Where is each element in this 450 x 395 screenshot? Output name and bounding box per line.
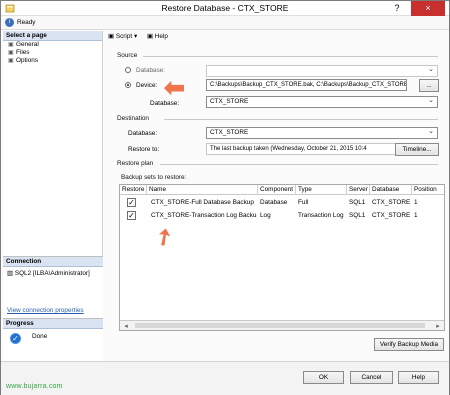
restore-checkbox[interactable]: ✓: [127, 198, 136, 207]
database-source-label: Database:: [136, 67, 166, 74]
restore-plan-section-title: Restore plan: [117, 160, 154, 167]
restore-plan-divider: [160, 164, 438, 165]
page-icon: ▣: [8, 50, 14, 56]
sidebar-item-label: Options: [16, 57, 39, 64]
backup-name-cell: CTX_STORE-Transaction Log Backup: [151, 212, 257, 219]
source-database-select[interactable]: CTX_STORE: [206, 96, 438, 108]
cancel-button[interactable]: Cancel: [350, 371, 393, 384]
dialog-footer: OK Cancel Help: [1, 361, 449, 395]
server-icon: ▥: [7, 270, 15, 277]
restore-database-window: Restore Database - CTX_STORE ? × i Ready…: [0, 0, 450, 395]
help-label: Help: [154, 33, 168, 40]
source-database-label: Database:: [150, 100, 180, 107]
up-right-arrow-annotation: ➚: [149, 221, 179, 253]
sidebar-item-files[interactable]: ▣ Files: [3, 49, 102, 57]
position-cell: 1: [414, 199, 418, 206]
sidebar-item-options[interactable]: ▣ Options: [3, 57, 102, 65]
timeline-button[interactable]: Timeline...: [395, 143, 439, 156]
connection-text: SQL2 [ILBA\Administrator]: [14, 270, 90, 277]
database-cell: CTX_STORE: [372, 212, 411, 219]
type-cell: Full: [298, 199, 309, 206]
database-source-radio[interactable]: [125, 67, 131, 73]
restore-to-label: Restore to:: [128, 146, 160, 153]
server-cell: SQL1: [349, 199, 366, 206]
scroll-right-icon[interactable]: ▸: [433, 322, 443, 330]
close-icon[interactable]: ×: [411, 1, 445, 16]
device-source-label: Device:: [136, 82, 158, 89]
destination-database-label: Database:: [128, 130, 158, 137]
help-icon[interactable]: ?: [385, 1, 409, 16]
ok-button[interactable]: OK: [303, 371, 344, 384]
status-ready-text: Ready: [17, 19, 36, 26]
device-source-radio[interactable]: [125, 82, 131, 88]
view-connection-properties-link[interactable]: View connection properties: [7, 307, 84, 314]
page-icon: ▣: [8, 58, 14, 64]
browse-device-button[interactable]: ...: [419, 79, 439, 92]
backup-sets-table: Restore Name Component Type Server Datab…: [119, 184, 445, 331]
info-icon: i: [5, 18, 14, 27]
destination-divider: [164, 119, 438, 120]
column-header-type[interactable]: Type: [296, 185, 347, 195]
sidebar-item-label: General: [16, 41, 39, 48]
restore-options-content: Source Database: Device: ⬅ C:\Backups\Ba…: [108, 48, 445, 353]
source-section-title: Source: [117, 52, 138, 59]
column-header-restore[interactable]: Restore: [120, 185, 147, 195]
column-header-position[interactable]: Position: [412, 185, 444, 195]
source-divider: [143, 56, 438, 57]
device-path-field[interactable]: C:\Backups\Backup_CTX_STORE.bak, C:\Back…: [206, 79, 407, 91]
column-header-component[interactable]: Component: [258, 185, 296, 195]
progress-done-text: Done: [32, 333, 48, 340]
status-bar: i Ready: [1, 16, 449, 30]
horizontal-scrollbar[interactable]: ◂ ▸: [120, 320, 444, 330]
backup-name-cell: CTX_STORE-Full Database Backup: [151, 199, 254, 206]
connection-item: ▥ SQL2 [ILBA\Administrator]: [3, 267, 103, 279]
progress-panel: Progress ✓ Done: [3, 318, 103, 361]
restore-to-field[interactable]: The last backup taken (Wednesday, Octobe…: [206, 143, 397, 155]
verify-backup-media-button[interactable]: Verify Backup Media: [374, 338, 444, 351]
backup-sets-label: Backup sets to restore:: [121, 174, 187, 181]
server-cell: SQL1: [349, 212, 366, 219]
scroll-left-icon[interactable]: ◂: [121, 322, 131, 330]
destination-database-select[interactable]: CTX_STORE: [206, 127, 438, 139]
left-arrow-annotation: ⬅: [164, 74, 185, 102]
done-check-icon: ✓: [10, 333, 21, 344]
script-label: Script: [115, 33, 133, 40]
watermark: www.bujarra.com: [6, 383, 63, 390]
component-cell: Log: [260, 212, 271, 219]
position-cell: 1: [414, 212, 418, 219]
script-button[interactable]: ▣ Script ▾: [108, 32, 137, 40]
script-icon: ▣: [108, 33, 116, 40]
restore-checkbox[interactable]: ✓: [127, 211, 136, 220]
destination-section-title: Destination: [117, 115, 149, 122]
help-icon: ▣: [146, 33, 155, 40]
database-cell: CTX_STORE: [372, 199, 411, 206]
progress-header: Progress: [3, 319, 103, 329]
column-header-server[interactable]: Server: [347, 185, 370, 195]
component-cell: Database: [260, 199, 288, 206]
connection-header: Connection: [3, 257, 103, 267]
column-header-database[interactable]: Database: [370, 185, 412, 195]
scrollbar-thumb[interactable]: [135, 323, 425, 328]
sidebar-item-label: Files: [16, 49, 30, 56]
page-icon: ▣: [8, 42, 14, 48]
database-source-select[interactable]: [206, 65, 438, 77]
help-button[interactable]: Help: [398, 371, 439, 384]
connection-panel: Connection ▥ SQL2 [ILBA\Administrator] V…: [3, 256, 103, 318]
type-cell: Transaction Log: [298, 212, 344, 219]
window-title: Restore Database - CTX_STORE: [161, 3, 289, 13]
sidebar-item-general[interactable]: ▣ General: [3, 41, 102, 49]
help-button[interactable]: ▣ Help: [147, 32, 168, 40]
toolbar: ▣ Script ▾ ▣ Help: [108, 32, 443, 42]
select-page-header: Select a page: [3, 31, 102, 41]
title-bar: Restore Database - CTX_STORE ? ×: [1, 1, 449, 16]
column-header-name[interactable]: Name: [147, 185, 258, 195]
